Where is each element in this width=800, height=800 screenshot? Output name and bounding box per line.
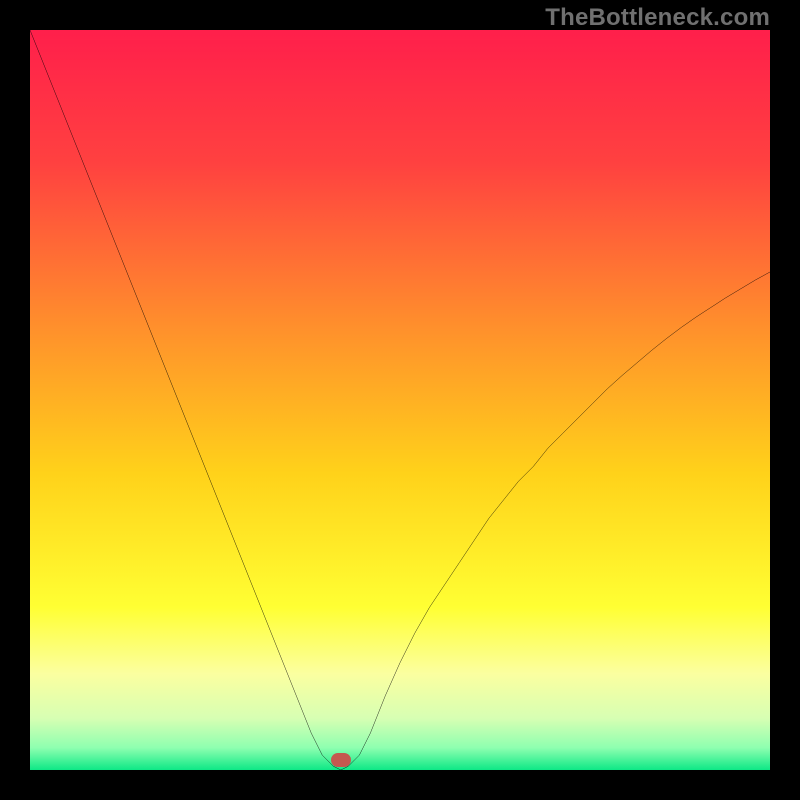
optimal-point-marker [331, 753, 351, 767]
watermark-text: TheBottleneck.com [545, 4, 770, 32]
plot-area [30, 30, 770, 770]
chart-frame: TheBottleneck.com [0, 0, 800, 800]
curve-layer [30, 30, 770, 770]
bottleneck-curve [30, 30, 770, 770]
